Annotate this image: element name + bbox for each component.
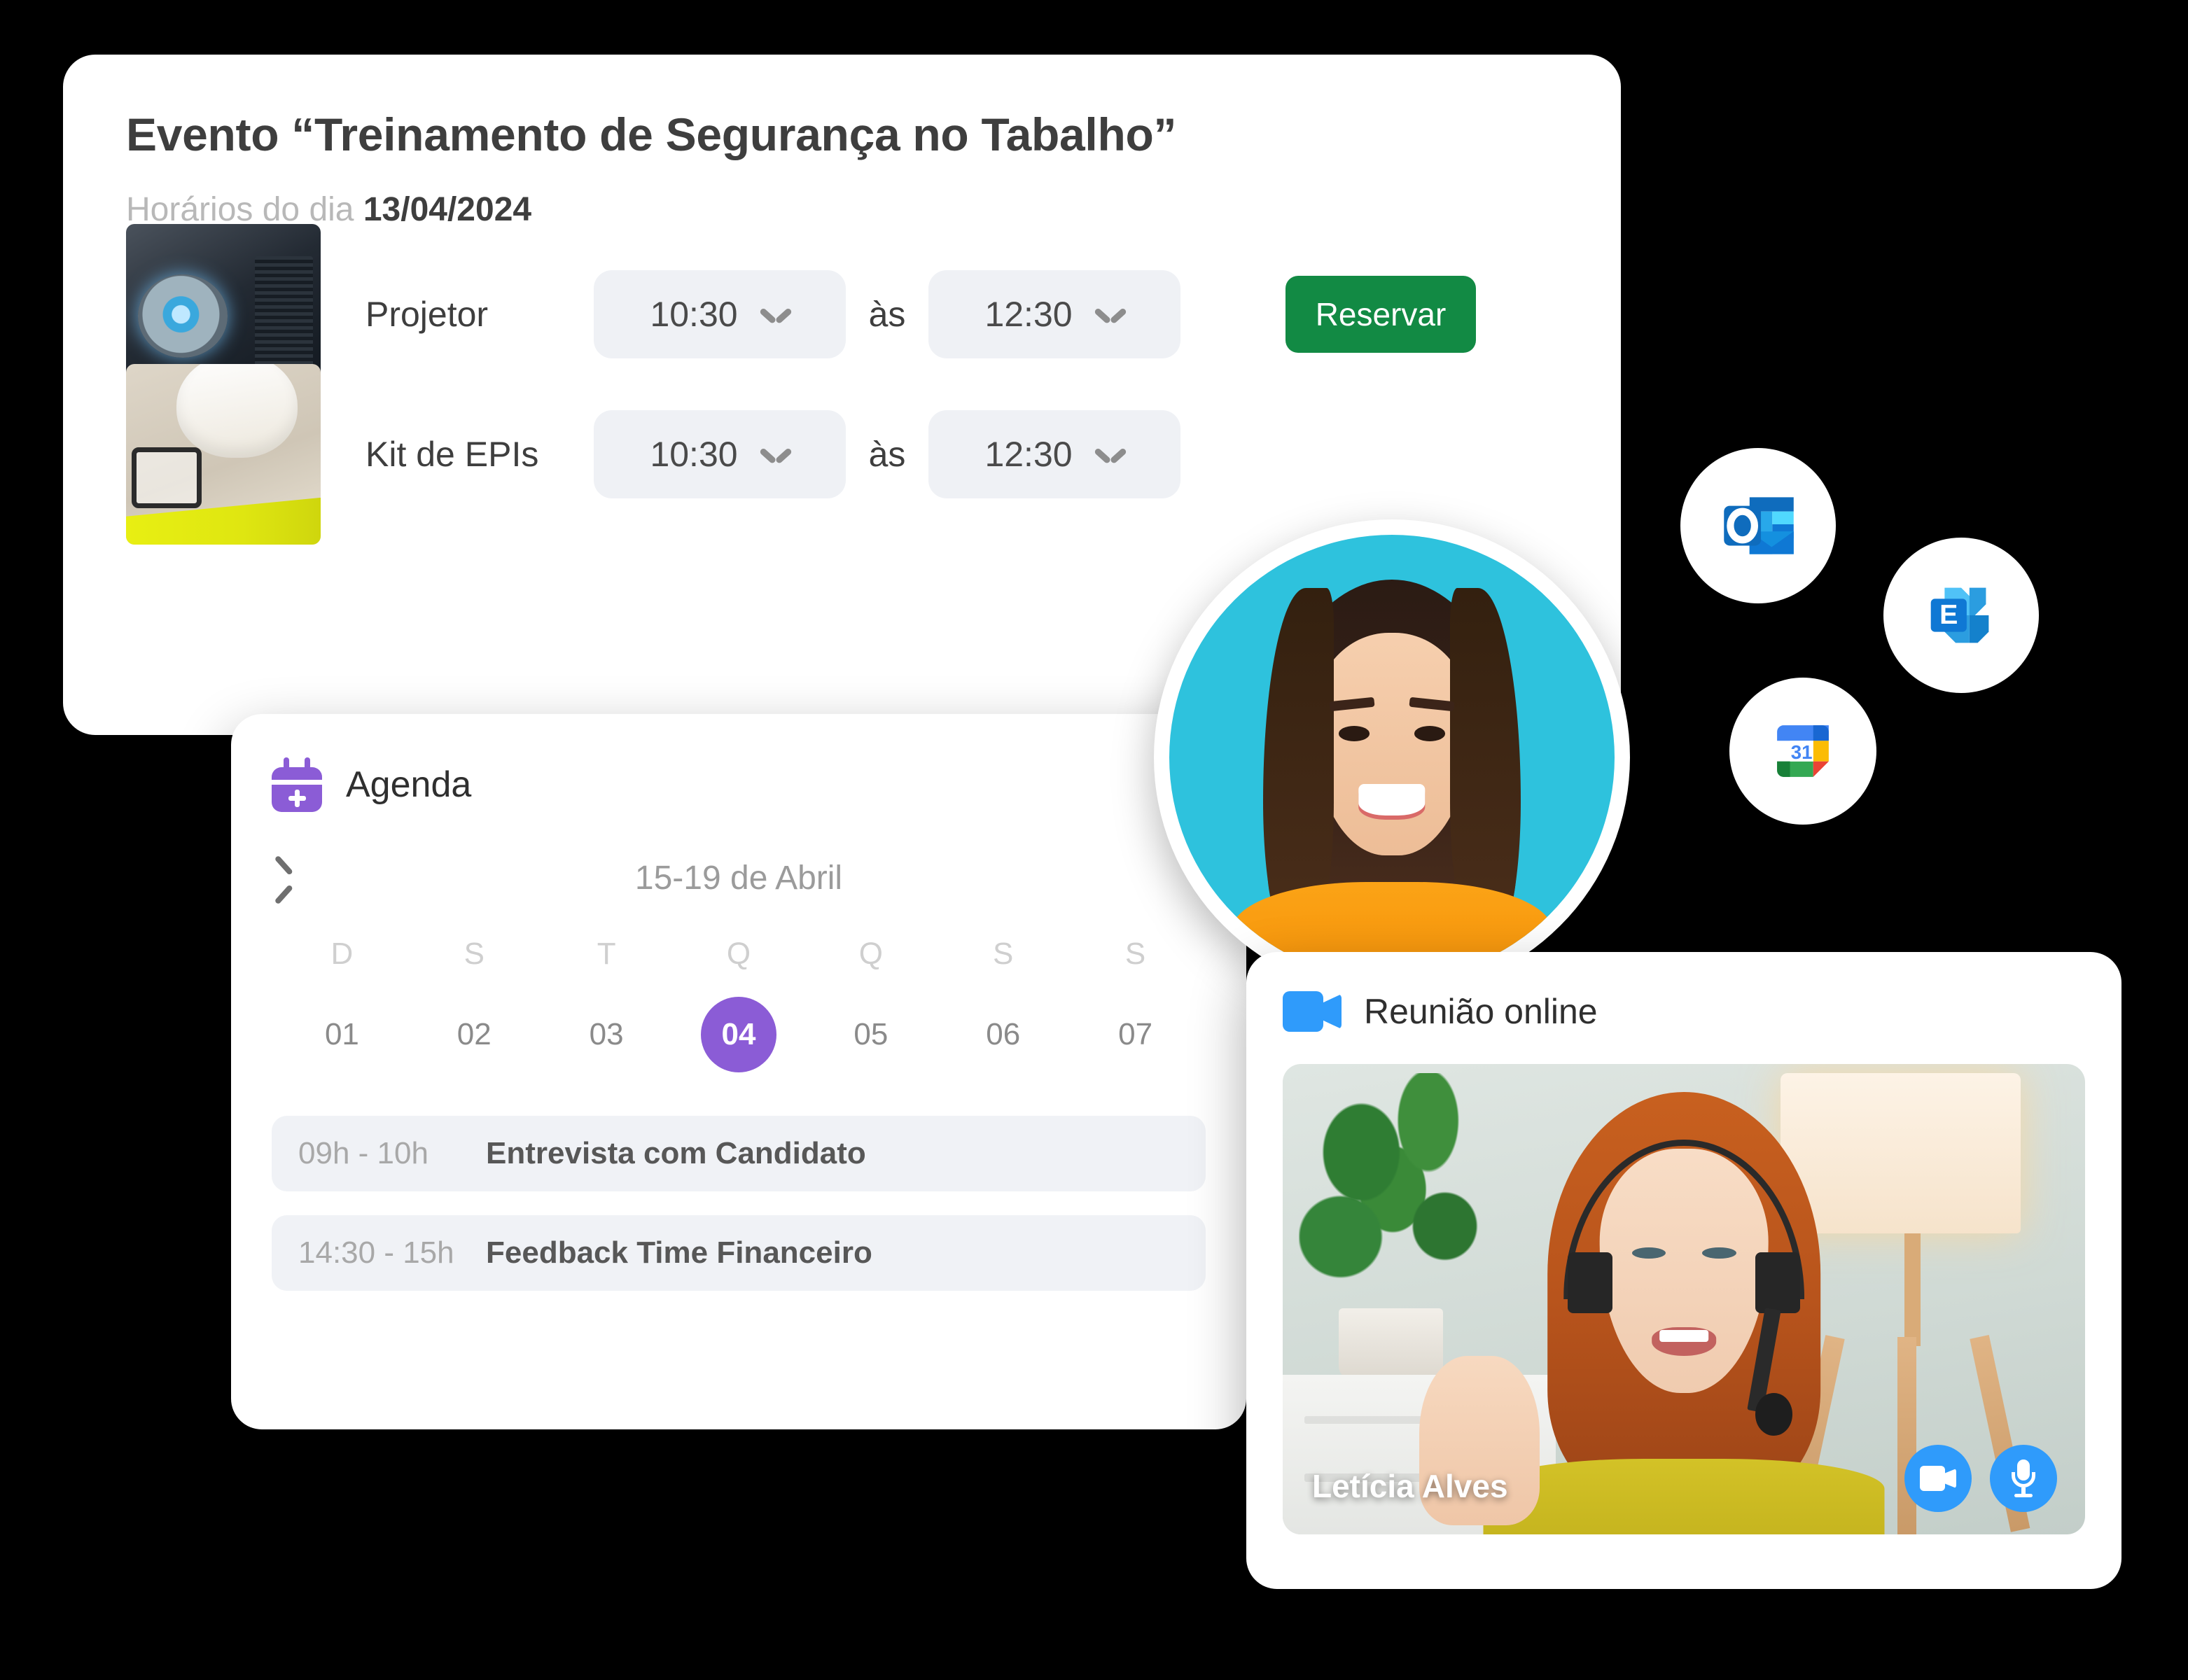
meeting-video-feed[interactable]: Letícia Alves <box>1283 1064 2085 1534</box>
day-initial: T <box>597 937 616 971</box>
end-time-value: 12:30 <box>984 295 1073 334</box>
meeting-header: Reunião online <box>1283 991 2085 1032</box>
epi-kit-photo <box>126 364 321 545</box>
date-cell[interactable]: 03 <box>541 997 673 1072</box>
day-of-week-row: D S T Q Q S S <box>272 937 1206 972</box>
microphone-icon <box>2009 1460 2037 1497</box>
end-time-value: 12:30 <box>984 435 1073 474</box>
time-separator-label: às <box>868 295 906 334</box>
chevron-down-icon <box>1096 447 1124 462</box>
event-name: Feedback Time Financeiro <box>486 1236 872 1270</box>
day-initial: D <box>330 937 354 971</box>
event-subtitle-label: Horários do dia <box>126 191 354 228</box>
resource-row-projetor: Projetor 10:30 às 12:30 Reservar <box>126 224 1621 405</box>
integration-badge-exchange[interactable]: E <box>1883 538 2039 693</box>
resource-name: Projetor <box>365 295 489 334</box>
event-subtitle: Horários do dia 13/04/2024 <box>126 190 1621 229</box>
toggle-microphone-button[interactable] <box>1990 1445 2057 1512</box>
date-cell[interactable]: 06 <box>937 997 1069 1072</box>
list-item[interactable]: 09h - 10h Entrevista com Candidato <box>272 1116 1206 1191</box>
agenda-title: Agenda <box>346 764 472 805</box>
page-title: Evento “Treinamento de Segurança no Taba… <box>126 108 1177 160</box>
day-initial: S <box>993 937 1014 971</box>
resource-name: Kit de EPIs <box>365 435 539 474</box>
reserve-button[interactable]: Reservar <box>1285 276 1476 353</box>
list-item[interactable]: 14:30 - 15h Feedback Time Financeiro <box>272 1215 1206 1291</box>
date-cell-selected[interactable]: 04 <box>673 997 805 1072</box>
date-cell[interactable]: 01 <box>276 997 408 1072</box>
agenda-header: Agenda <box>272 757 1206 812</box>
video-camera-icon <box>1283 991 1342 1032</box>
date-cell[interactable]: 02 <box>408 997 541 1072</box>
start-time-value: 10:30 <box>650 435 738 474</box>
avatar <box>1154 519 1630 995</box>
date-cell[interactable]: 05 <box>804 997 937 1072</box>
event-time: 09h - 10h <box>298 1136 428 1170</box>
google-calendar-badge-number: 31 <box>1791 741 1813 763</box>
week-range-label: 15-19 de Abril <box>634 859 843 897</box>
meeting-controls <box>1904 1445 2057 1512</box>
camera-icon <box>1920 1466 1956 1491</box>
end-time-select-kit-de-epis[interactable]: 12:30 <box>928 410 1180 498</box>
google-calendar-icon: 31 <box>1777 725 1829 777</box>
safety-goggles-shape <box>132 447 202 509</box>
time-separator-label: às <box>868 435 906 474</box>
week-navigation: 15-19 de Abril <box>272 857 1206 899</box>
integration-badge-outlook[interactable] <box>1680 448 1836 603</box>
start-time-value: 10:30 <box>650 295 738 334</box>
end-time-select-projetor[interactable]: 12:30 <box>928 270 1180 358</box>
day-initial: S <box>464 937 485 971</box>
user-avatar-photo <box>1169 535 1615 980</box>
chevron-down-icon <box>762 447 790 462</box>
microsoft-outlook-icon <box>1724 497 1794 554</box>
date-cell[interactable]: 07 <box>1069 997 1201 1072</box>
svg-text:E: E <box>1939 599 1958 630</box>
online-meeting-card: Reunião online Letícia Alves <box>1246 952 2121 1589</box>
start-time-select-kit-de-epis[interactable]: 10:30 <box>594 410 846 498</box>
event-subtitle-date: 13/04/2024 <box>363 191 532 228</box>
resource-row-kit-de-epis: Kit de EPIs 10:30 às 12:30 <box>126 364 1621 545</box>
agenda-card: Agenda 15-19 de Abril D S T Q Q S S 01 0… <box>231 714 1246 1429</box>
agenda-event-list: 09h - 10h Entrevista com Candidato 14:30… <box>272 1116 1206 1291</box>
meeting-title: Reunião online <box>1364 992 1598 1031</box>
event-name: Entrevista com Candidato <box>486 1136 866 1170</box>
integration-badge-google-calendar[interactable]: 31 <box>1729 678 1876 825</box>
toggle-camera-button[interactable] <box>1904 1445 1972 1512</box>
chevron-left-icon[interactable] <box>283 857 314 899</box>
calendar-plus-icon <box>272 757 322 812</box>
day-initial: S <box>1124 937 1146 971</box>
participant-name: Letícia Alves <box>1312 1468 1508 1504</box>
chevron-down-icon <box>762 307 790 322</box>
screenshot-stage: Evento “Treinamento de Segurança no Taba… <box>0 0 2188 1680</box>
microsoft-exchange-icon: E <box>1930 587 1989 643</box>
event-time: 14:30 - 15h <box>298 1236 454 1270</box>
date-row: 01 02 03 04 05 06 07 <box>272 997 1206 1072</box>
start-time-select-projetor[interactable]: 10:30 <box>594 270 846 358</box>
day-initial: Q <box>858 937 883 971</box>
day-initial: Q <box>726 937 751 971</box>
chevron-down-icon <box>1096 307 1124 322</box>
